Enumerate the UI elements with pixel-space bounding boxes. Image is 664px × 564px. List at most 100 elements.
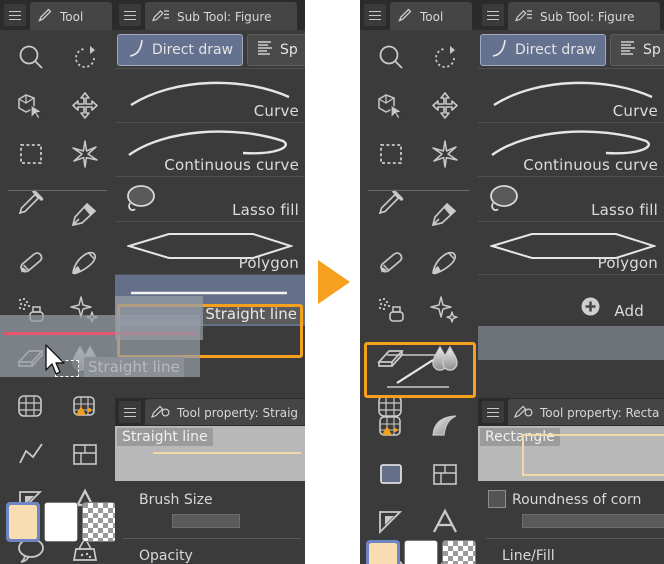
subtool-lasso-fill[interactable]: Lasso fill — [478, 176, 664, 221]
decoration-tool[interactable] — [58, 286, 112, 334]
eyedropper-tool[interactable] — [364, 178, 418, 226]
subtool-continuous-curve[interactable]: Continuous curve — [115, 122, 305, 176]
left-tool-property-panel: Tool property: Straig Straight line Brus… — [115, 398, 305, 564]
marquee-tool[interactable] — [364, 130, 418, 178]
zoom-tool[interactable] — [4, 34, 58, 82]
preview-stroke — [153, 452, 301, 454]
frame-border-tool-selected[interactable] — [364, 450, 418, 498]
transparent-color-swatch-fill — [83, 503, 115, 541]
airbrush-icon — [376, 295, 406, 325]
subtool-polygon[interactable]: Polygon — [115, 221, 305, 274]
eyedropper-icon — [16, 187, 46, 217]
subtool-lasso-fill-label: Lasso fill — [232, 201, 299, 219]
tab-tool-label: Tool — [60, 9, 84, 24]
fill-tool[interactable] — [58, 382, 112, 430]
roundness-slider[interactable] — [522, 514, 664, 528]
object-tool[interactable] — [4, 82, 58, 130]
gradient-tool[interactable] — [4, 382, 58, 430]
mouse-cursor — [44, 344, 68, 378]
right-subtool-panel: Sub Tool: Figure Direct draw Sp Curve Co… — [478, 0, 664, 398]
straight-line-icon — [16, 439, 46, 469]
subtool-add-label: Add — [614, 302, 644, 320]
roundness-checkbox[interactable] — [488, 490, 506, 508]
speed-line-mode[interactable]: Sp — [610, 34, 664, 66]
tab-sub-tool-figure[interactable]: Sub Tool: Figure — [508, 2, 660, 30]
tab-sub-tool-figure[interactable]: Sub Tool: Figure — [145, 2, 297, 30]
transparent-color-swatch[interactable] — [442, 540, 476, 564]
fill-tool[interactable] — [364, 402, 418, 450]
subtool-straight-line[interactable]: Straight line — [115, 274, 305, 326]
subtool-scroll-area[interactable] — [478, 326, 664, 360]
airbrush-tool[interactable] — [364, 286, 418, 334]
transparent-color-swatch[interactable] — [82, 502, 115, 542]
main-color-swatch[interactable] — [6, 502, 40, 542]
speed-line-label: Sp — [643, 42, 661, 58]
hamburger-icon[interactable] — [482, 401, 504, 423]
plus-circle-icon — [581, 297, 600, 320]
pen-nib-icon — [430, 199, 460, 229]
auto-select-tool[interactable] — [418, 130, 472, 178]
subtool-lasso-fill[interactable]: Lasso fill — [115, 176, 305, 221]
pen-nib-icon — [70, 199, 100, 229]
text-tool[interactable] — [418, 498, 472, 546]
tab-tool[interactable]: Tool — [30, 2, 112, 30]
magnifier-icon — [376, 43, 406, 73]
brush-tool[interactable] — [418, 238, 472, 286]
magic-wand-icon — [70, 139, 100, 169]
figure-tool[interactable] — [4, 430, 58, 478]
tab-tool-label: Tool — [420, 9, 444, 24]
tab-tool-property[interactable]: Tool property: Straig — [145, 399, 305, 425]
right-color-swatches — [366, 540, 476, 564]
ruler-tool[interactable] — [364, 498, 418, 546]
marquee-tool[interactable] — [4, 130, 58, 178]
subtool-add[interactable]: Add — [478, 274, 664, 326]
eyedropper-tool[interactable] — [4, 178, 58, 226]
hamburger-icon[interactable] — [482, 4, 504, 26]
hamburger-icon[interactable] — [119, 401, 141, 423]
pen-tool[interactable] — [418, 190, 472, 238]
object-tool[interactable] — [364, 82, 418, 130]
hamburger-icon[interactable] — [119, 4, 141, 26]
direct-draw-mode[interactable]: Direct draw — [117, 34, 243, 66]
letter-a-icon — [430, 507, 460, 537]
decoration-tool[interactable] — [418, 286, 472, 334]
subtool-continuous-curve[interactable]: Continuous curve — [478, 122, 664, 176]
hamburger-icon[interactable] — [364, 4, 386, 26]
main-color-swatch[interactable] — [366, 540, 400, 564]
tab-tool-property[interactable]: Tool property: Recta — [508, 399, 664, 425]
tab-tool[interactable]: Tool — [390, 2, 472, 30]
curve-stroke-icon — [126, 37, 146, 63]
brush-size-slider[interactable] — [172, 514, 240, 528]
pencil-icon — [376, 247, 406, 277]
pencil-tool[interactable] — [364, 238, 418, 286]
subtool-polygon-label: Polygon — [238, 254, 299, 272]
auto-select-tool[interactable] — [58, 130, 112, 178]
rotate-tool[interactable] — [418, 34, 472, 82]
subtool-curve[interactable]: Curve — [115, 68, 305, 122]
frame-grid-tool[interactable] — [418, 450, 472, 498]
direct-draw-mode[interactable]: Direct draw — [480, 34, 606, 66]
sub-color-swatch[interactable] — [44, 502, 78, 542]
speed-line-mode[interactable]: Sp — [247, 34, 305, 66]
pencil-tool[interactable] — [4, 238, 58, 286]
left-tool-panel: Tool — [0, 0, 115, 564]
subtool-polygon[interactable]: Polygon — [478, 221, 664, 274]
zoom-tool[interactable] — [364, 34, 418, 82]
hamburger-icon[interactable] — [4, 4, 26, 26]
main-color-swatch-fill — [9, 505, 37, 539]
airbrush-tool[interactable] — [4, 286, 58, 334]
move-tool[interactable] — [418, 82, 472, 130]
sub-color-swatch[interactable] — [404, 540, 438, 564]
move-tool[interactable] — [58, 82, 112, 130]
subtool-curve[interactable]: Curve — [478, 68, 664, 122]
new-straight-line-tool[interactable] — [366, 346, 470, 396]
figure-tool[interactable] — [418, 402, 472, 450]
frame-border-tool[interactable] — [58, 430, 112, 478]
subtool-straight-line-label: Straight line — [201, 304, 301, 324]
pen-tool[interactable] — [58, 190, 112, 238]
magnifier-icon — [16, 43, 46, 73]
brush-tool[interactable] — [58, 238, 112, 286]
eyedropper-icon — [376, 187, 406, 217]
rotate-tool[interactable] — [58, 34, 112, 82]
roundness-label: Roundness of corn — [512, 492, 642, 508]
